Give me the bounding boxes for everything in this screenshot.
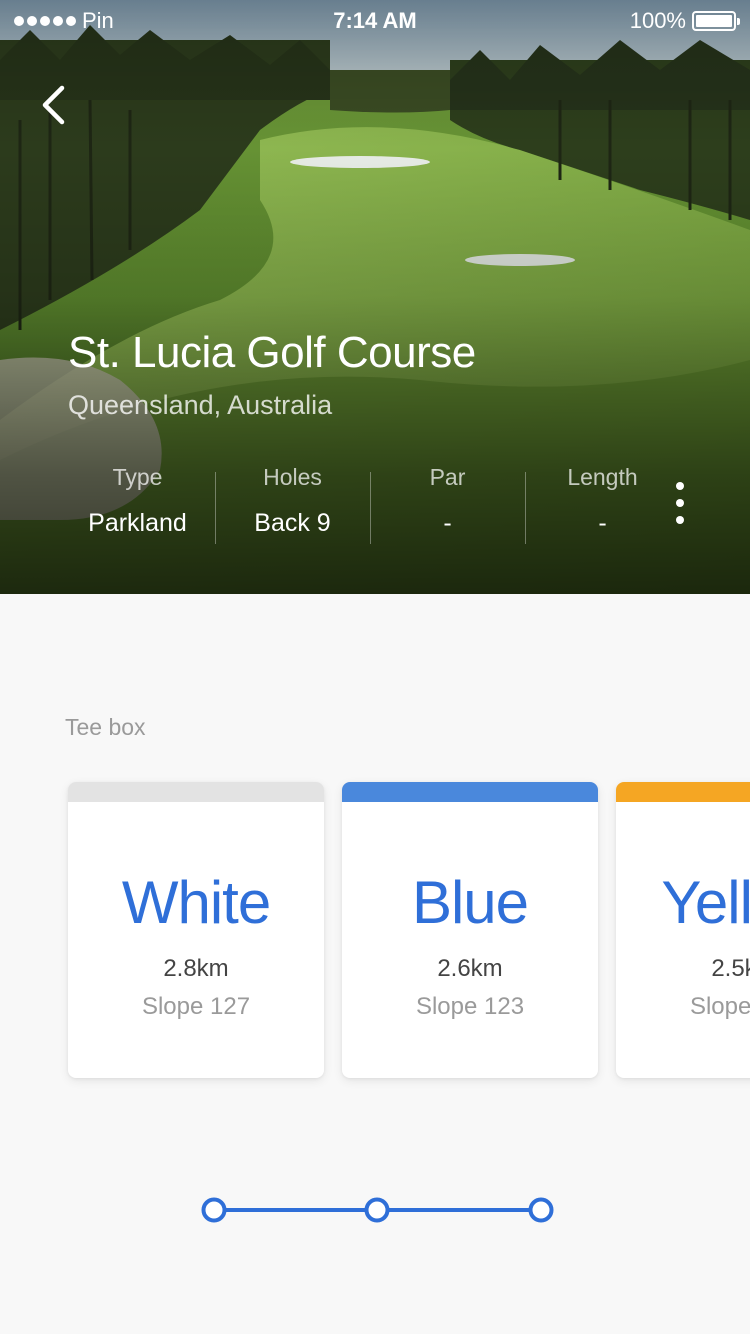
tee-color-bar <box>616 782 750 802</box>
more-vertical-icon-dot <box>676 516 684 524</box>
battery-percent: 100% <box>629 8 686 33</box>
back-button[interactable] <box>30 80 80 130</box>
stat-holes: Holes Back 9 <box>215 460 370 550</box>
more-vertical-icon-dot <box>676 499 684 507</box>
tee-color-bar <box>342 782 598 802</box>
stat-label: Par <box>429 464 466 490</box>
tee-box-label: Tee box <box>65 714 146 740</box>
course-title: St. Lucia Golf Course <box>68 328 476 377</box>
course-detail-screen: Pin 7:14 AM 100% St. Lucia Golf Course Q… <box>0 0 750 1334</box>
stat-type: Type Parkland <box>60 460 215 550</box>
stepper-node[interactable] <box>201 1197 227 1223</box>
tee-distance: 2.8km <box>163 955 229 982</box>
tee-slope: Slope 123 <box>415 993 525 1020</box>
stat-value: - <box>443 509 452 537</box>
hero-header: Pin 7:14 AM 100% St. Lucia Golf Course Q… <box>0 0 750 594</box>
stepper-node[interactable] <box>528 1197 554 1223</box>
stat-length: Length - <box>525 460 680 550</box>
tee-slope: Slope 127 <box>141 993 251 1020</box>
stat-value: - <box>598 509 607 537</box>
course-location: Queensland, Australia <box>68 390 333 420</box>
tee-card-yellow[interactable]: Yellow 2.5km Slope 121 <box>616 782 750 1078</box>
tee-card-white[interactable]: White 2.8km Slope 127 <box>68 782 324 1078</box>
stat-value: Back 9 <box>254 509 331 537</box>
tee-slope: Slope 121 <box>689 993 750 1020</box>
stat-label: Type <box>112 464 163 490</box>
course-stats: Type Parkland Holes Back 9 Par - Length … <box>60 460 680 550</box>
tee-name: Yellow <box>661 869 750 936</box>
tee-name: Blue <box>411 869 529 936</box>
status-bar: Pin 7:14 AM 100% <box>0 0 750 40</box>
tee-stepper <box>201 1197 554 1223</box>
tee-distance: 2.6km <box>437 955 503 982</box>
tee-card-blue[interactable]: Blue 2.6km Slope 123 <box>342 782 598 1078</box>
stepper-node[interactable] <box>364 1197 390 1223</box>
stat-label: Length <box>567 464 638 490</box>
tee-box-carousel[interactable]: White 2.8km Slope 127 Blue 2.6km Slope 1… <box>68 782 750 1082</box>
stat-value: Parkland <box>88 509 187 537</box>
stat-par: Par - <box>370 460 525 550</box>
stat-label: Holes <box>263 464 322 490</box>
battery-status: 100% <box>629 8 740 34</box>
more-vertical-icon <box>676 482 684 490</box>
battery-icon <box>692 11 740 31</box>
more-options-button[interactable] <box>664 478 696 528</box>
tee-distance: 2.5km <box>711 955 750 982</box>
tee-color-bar <box>68 782 324 802</box>
tee-name: White <box>121 869 271 936</box>
back-chevron-icon <box>42 85 65 125</box>
